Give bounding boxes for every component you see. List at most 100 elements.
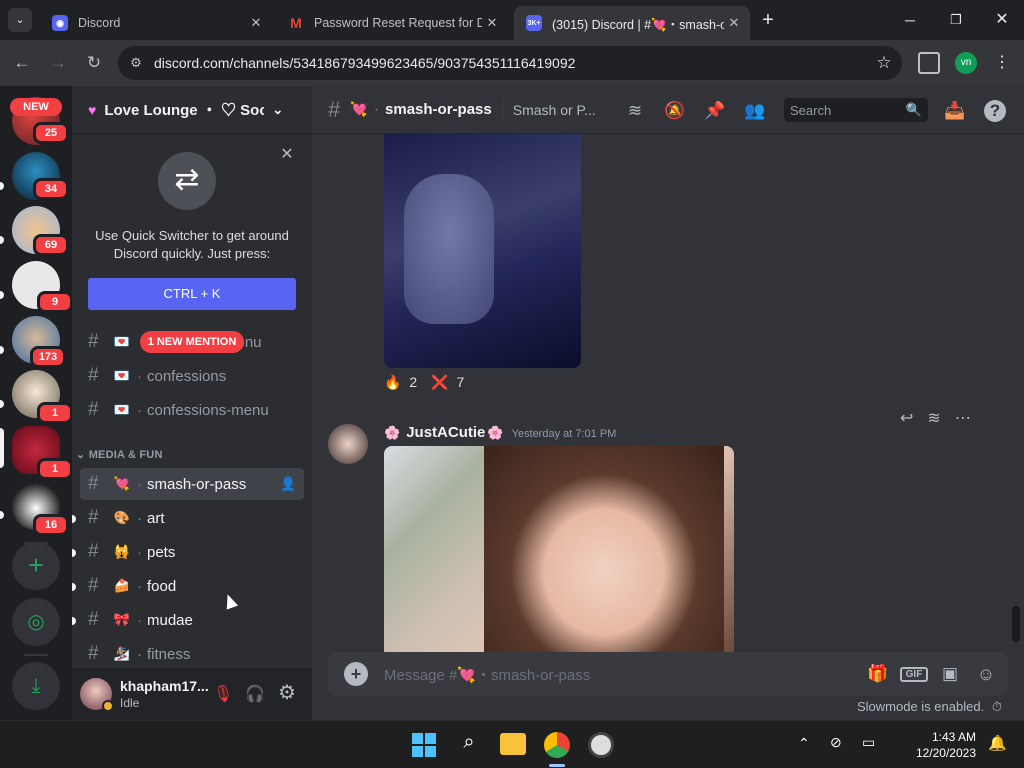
browser-tab-bar: ⌄ ◉ Discord ✕ M Password Reset Request f… (0, 0, 1024, 40)
emoji-picker-icon[interactable]: ☺ (972, 664, 1000, 685)
notification-bell-icon[interactable]: 🔔 (988, 734, 1007, 752)
reload-icon[interactable]: ↻ (82, 51, 106, 75)
gif-icon[interactable]: GIF (900, 666, 928, 682)
search-icon[interactable]: ⌕ (456, 731, 482, 757)
channel-item[interactable]: # 🍰 · food (80, 570, 304, 602)
sticker-icon[interactable]: ▣ (936, 664, 964, 684)
pin-icon[interactable]: 📌 (704, 100, 726, 122)
tab-search-button[interactable]: ⌄ (8, 8, 32, 32)
minimize-icon[interactable]: ─ (900, 8, 920, 32)
reaction[interactable]: ❌ 7 (431, 374, 464, 391)
chrome-active-indicator (549, 764, 565, 767)
channel-item[interactable]: # 🎀 · mudae (80, 604, 304, 636)
site-info-icon[interactable]: ⚙ (118, 55, 154, 71)
category-header[interactable]: ⌄ MEDIA & FUN (76, 448, 163, 461)
channel-emoji: 💘 (350, 101, 368, 117)
idle-status-icon (102, 700, 114, 712)
bookmark-star-icon[interactable]: ☆ (866, 53, 902, 73)
close-window-icon[interactable]: ✕ (992, 8, 1012, 32)
add-attachment-icon[interactable]: + (344, 662, 368, 686)
show-hidden-icons[interactable]: ⌃ (798, 735, 810, 752)
clock[interactable]: 1:43 AM 12/20/2023 (912, 729, 976, 761)
browser-tab[interactable]: ◉ Discord ✕ (40, 6, 272, 40)
message-image[interactable] (384, 134, 581, 368)
app-icon[interactable] (588, 732, 614, 758)
mute-microphone-icon[interactable]: 🎙 (212, 684, 234, 704)
explore-servers-button[interactable]: ◎ (12, 598, 60, 646)
discord-app: NEW 25 34 69 9 173 1 1 16 + ◎ ⤓ ♥ Love L… (0, 86, 1024, 720)
portrait-hair (484, 446, 724, 652)
unread-indicator (0, 511, 4, 519)
message-composer[interactable]: + Message #💘・smash-or-pass 🎁 GIF ▣ ☺ (328, 652, 1008, 696)
browser-tab[interactable]: M Password Reset Request for Disc ✕ (276, 6, 508, 40)
header-divider (501, 97, 503, 122)
headphones-icon[interactable]: 🎧 (244, 684, 266, 704)
hash-icon: # (88, 473, 99, 494)
notification-muted-icon[interactable]: 🔕 (664, 100, 686, 122)
close-tab-icon[interactable]: ✕ (482, 15, 502, 31)
channel-item-selected[interactable]: # 💘 · smash-or-pass 👤 (80, 468, 304, 500)
download-apps-button[interactable]: ⤓ (12, 662, 60, 710)
unread-badge: 1 (37, 458, 73, 480)
selected-indicator (0, 428, 4, 468)
reaction[interactable]: 🔥 2 (384, 374, 417, 391)
channel-item[interactable]: # 🎨 · art (80, 502, 304, 534)
scrollbar[interactable] (1012, 606, 1020, 642)
channel-name: food (147, 577, 177, 595)
reply-icon[interactable]: ↩ (900, 408, 913, 428)
message-image[interactable] (384, 446, 734, 652)
reactions-row: 🔥 2 ❌ 7 (384, 374, 464, 391)
maximize-icon[interactable]: ❐ (946, 8, 966, 32)
forward-arrow-icon[interactable]: → (46, 51, 70, 75)
chrome-taskbar-icon[interactable] (544, 732, 570, 758)
gift-icon[interactable]: 🎁 (864, 664, 892, 684)
author-name[interactable]: JustACutie (406, 424, 485, 441)
back-arrow-icon[interactable]: ← (10, 51, 34, 75)
help-icon[interactable]: ? (984, 100, 1006, 122)
close-icon[interactable]: ✕ (278, 146, 296, 164)
file-explorer-icon[interactable] (500, 733, 526, 755)
invite-icon[interactable]: 👤 (280, 476, 304, 492)
channel-item[interactable]: # 🙀 · pets (80, 536, 304, 568)
hash-icon: # (88, 643, 99, 664)
hash-icon: # (328, 96, 341, 122)
side-panel-icon[interactable] (918, 52, 940, 74)
create-thread-icon[interactable]: ≋ (927, 408, 940, 428)
close-tab-icon[interactable]: ✕ (246, 15, 266, 31)
member-list-icon[interactable]: 👥 (744, 100, 766, 122)
avatar[interactable] (328, 424, 368, 464)
discord-icon: 3K+ (526, 15, 542, 31)
username[interactable]: khapham17... (120, 678, 209, 694)
network-icon[interactable]: ⊘ (830, 734, 842, 751)
user-settings-gear-icon[interactable]: ⚙ (276, 682, 298, 704)
search-input[interactable]: Search 🔍 (784, 98, 928, 122)
new-mention-pill[interactable]: 1 NEW MENTION (140, 331, 244, 353)
display-icon[interactable]: ▭ (862, 734, 875, 751)
windows-start-icon[interactable] (412, 733, 436, 757)
channel-topic[interactable]: Smash or P... (513, 102, 596, 118)
browser-tab-active[interactable]: 3K+ (3015) Discord | #💘・smash-or- ✕ (514, 6, 750, 40)
message-input[interactable]: Message #💘・smash-or-pass (384, 664, 864, 685)
server-header[interactable]: ♥ Love Lounge ・ ♡ Socia ⌄ (72, 86, 312, 134)
channel-item[interactable]: # 💌 · confessions (80, 360, 304, 392)
server-boost-icon: ♥ (88, 101, 97, 118)
unread-indicator (0, 182, 4, 190)
unread-indicator (72, 583, 76, 591)
address-bar[interactable]: ⚙ discord.com/channels/53418679349962346… (118, 46, 902, 80)
chrome-menu-icon[interactable]: ⋮ (992, 52, 1012, 74)
channel-item[interactable]: # 🏂 · fitness (80, 638, 304, 670)
inbox-icon[interactable]: 📥 (944, 100, 966, 122)
hash-icon: # (88, 399, 99, 420)
taskbar: ⌕ ⌃ ⊘ ▭ 1:43 AM 12/20/2023 🔔 (0, 720, 1024, 768)
profile-avatar[interactable]: vn (955, 52, 977, 74)
hash-icon: # (88, 541, 99, 562)
new-tab-button[interactable]: + (758, 8, 778, 32)
add-server-button[interactable]: + (12, 542, 60, 590)
ctrl-k-button[interactable]: CTRL + K (88, 278, 296, 310)
channel-item[interactable]: # 💌 · confessions-menu (80, 394, 304, 426)
more-options-icon[interactable]: ⋯ (955, 408, 971, 428)
threads-icon[interactable]: ≋ (624, 100, 646, 122)
close-tab-icon[interactable]: ✕ (724, 15, 744, 31)
unread-indicator (0, 291, 4, 299)
hash-icon: # (88, 507, 99, 528)
